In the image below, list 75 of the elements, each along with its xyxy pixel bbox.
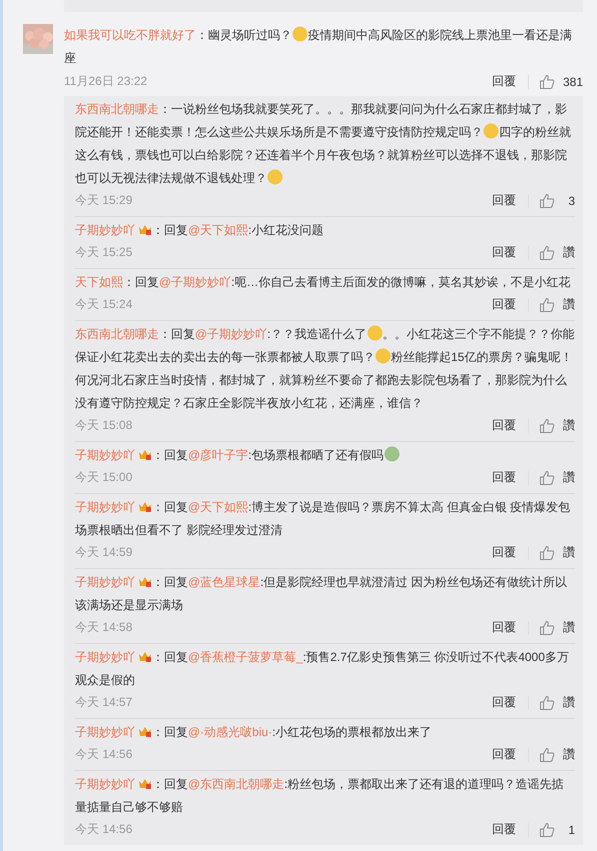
reply-time: 今天 14:58 xyxy=(75,619,134,636)
reply-text: 东西南北朝哪走：回复@子期妙妙吖:？？我造谣什么了 。。小红花这三个字不能提？？你能保证小红花卖出去的卖出去的每一张票都被人取票了吗？ 粉丝能撑起15亿的票房？骗鬼呢！何况河北石家庄当时疫情，都封城了，就算粉丝不要命了都跑去影院包场看了，那影院为什么没有遵守防控规定？石家庄全影院半夜放小红花，还满座，谁信？ xyxy=(75,324,575,412)
reply-link[interactable]: 回覆 xyxy=(492,244,516,261)
thumbs-up-icon[interactable] xyxy=(539,694,555,710)
mention-link[interactable]: @东西南北朝哪走 xyxy=(188,777,284,791)
reply-text: 子期妙妙吖 ：回复@香蕉橙子菠萝草莓_:预售2.7亿影史预售第三 你没听过不代表4000多万观众是假的 xyxy=(75,648,570,689)
reply-time: 今天 14:56 xyxy=(75,821,134,838)
mention-link[interactable]: @香蕉橙子菠萝草莓_ xyxy=(188,650,303,664)
reply-link[interactable]: 回覆 xyxy=(492,746,516,763)
comment-time: 11月26日 23:22 xyxy=(64,73,148,90)
mention-link[interactable]: @子期妙妙吖 xyxy=(195,327,268,341)
mention-link[interactable]: @蓝色星球星 xyxy=(188,575,260,589)
user-link[interactable]: 子期妙妙吖 xyxy=(75,500,135,514)
reply-link[interactable]: 回覆 xyxy=(492,296,516,313)
thumbs-up-icon[interactable] xyxy=(539,470,555,486)
reply-text: 子期妙妙吖 ：回复@天下如熙:小红花没问题 xyxy=(75,221,325,239)
like-count: 讚 xyxy=(563,619,575,636)
user-link[interactable]: 子期妙妙吖 xyxy=(75,575,135,589)
reply-text: 子期妙妙吖 ：回复@东西南北朝哪走:粉丝包场，票都取出来了还有退的道理吗？造谣先掂量掂量自己够不够赔 xyxy=(75,775,565,816)
mention-link[interactable]: @·动感光啵biu· xyxy=(188,725,272,739)
reply-time: 今天 15:00 xyxy=(75,469,134,486)
reply-link[interactable]: 回覆 xyxy=(492,469,516,486)
mention-link[interactable]: @子期妙妙吖 xyxy=(159,275,232,289)
user-link[interactable]: 子期妙妙吖 xyxy=(75,448,135,462)
reply-link[interactable]: 回覆 xyxy=(492,417,516,434)
reply-link[interactable]: 回覆 xyxy=(492,192,516,209)
like-count: 讚 xyxy=(563,296,575,313)
reply-link[interactable]: 回覆 xyxy=(492,73,516,90)
reply-link[interactable]: 回覆 xyxy=(492,821,516,838)
like-count: 381 xyxy=(562,74,583,88)
reply-text: 天下如熙：回复@子期妙妙吖:呃…你自己去看博主后面发的微博嘛，莫名其妙诶，不是小红花 xyxy=(75,274,572,291)
reply-time: 今天 15:29 xyxy=(75,192,134,209)
comment-text: 如果我可以吃不胖就好了：幽灵场听过吗？ 疫情期间中高风险区的影院线上票池里一看还是满座 xyxy=(64,25,573,67)
thumbs-up-icon[interactable] xyxy=(539,418,555,434)
like-count: 讚 xyxy=(563,746,575,763)
reply-time: 今天 15:25 xyxy=(75,244,134,261)
user-link[interactable]: 子期妙妙吖 xyxy=(75,777,135,791)
thumbs-up-icon[interactable] xyxy=(539,244,555,260)
reply-text: 子期妙妙吖 ：回复@彦叶子宇:包场票根都晒了还有假吗 xyxy=(75,444,575,467)
mention-link[interactable]: @天下如熙 xyxy=(188,500,248,514)
reply-link[interactable]: 回覆 xyxy=(492,544,516,561)
user-link[interactable]: 天下如熙 xyxy=(75,275,123,289)
reply-time: 今天 14:57 xyxy=(75,694,134,711)
reply-link[interactable]: 回覆 xyxy=(492,694,516,711)
thumbs-up-icon[interactable] xyxy=(539,296,555,312)
reply-time: 今天 15:24 xyxy=(75,296,134,313)
thumbs-up-icon[interactable] xyxy=(538,74,555,90)
thumbs-up-icon[interactable] xyxy=(539,746,555,762)
reply-text: 子期妙妙吖 ：回复@蓝色星球星:但是影院经理也早就澄清过 因为粉丝包场还有做统计所以该满场还是显示满场 xyxy=(75,573,568,614)
like-count: 讚 xyxy=(563,469,575,486)
reply-text: 子期妙妙吖 ：回复@·动感光啵biu·:小红花包场的票根都放出来了 xyxy=(75,723,433,741)
user-link[interactable]: 子期妙妙吖 xyxy=(75,223,135,237)
user-link[interactable]: 东西南北朝哪走 xyxy=(75,102,159,116)
thumbs-up-icon[interactable] xyxy=(539,544,555,560)
reply-text: 东西南北朝哪走：一说粉丝包场我就要笑死了。。。那我就要问问为什么石家庄都封城了，影院还能开！还能卖票！怎么这些公共娱乐场所是不需要遵守疫情防控规定吗？ 四字的粉丝就这么有钱，票钱也可以白给影院？还连着半个月午夜包场？就算粉丝可以选择不退钱，那影院也可以无视法律法规做不退钱处理？ xyxy=(75,101,572,187)
like-count: 3 xyxy=(567,194,575,208)
mention-link[interactable]: @彦叶子宇 xyxy=(188,448,248,462)
user-link[interactable]: 东西南北朝哪走 xyxy=(75,327,159,341)
thumbs-up-icon[interactable] xyxy=(539,192,555,208)
reply-text: 子期妙妙吖 ：回复@天下如熙:博主发了说是造假吗？票房不算太高 但真金白银 疫情爆发包场票根晒出但看不了 影院经理发过澄清 xyxy=(75,498,572,539)
mention-link[interactable]: @天下如熙 xyxy=(188,223,248,237)
like-count: 1 xyxy=(567,822,575,836)
reply-link[interactable]: 回覆 xyxy=(492,619,516,636)
thumbs-up-icon[interactable] xyxy=(539,620,555,636)
user-link[interactable]: 子期妙妙吖 xyxy=(75,650,135,664)
like-count: 讚 xyxy=(563,694,575,711)
user-link[interactable]: 子期妙妙吖 xyxy=(75,725,135,739)
like-count: 讚 xyxy=(563,417,575,434)
user-link[interactable]: 如果我可以吃不胖就好了 xyxy=(64,28,196,42)
reply-time: 今天 15:08 xyxy=(75,417,134,434)
reply-time: 今天 14:56 xyxy=(75,746,134,763)
like-count: 讚 xyxy=(563,544,575,561)
like-count: 讚 xyxy=(563,244,575,261)
reply-time: 今天 14:59 xyxy=(75,544,134,561)
thumbs-up-icon[interactable] xyxy=(539,822,555,838)
